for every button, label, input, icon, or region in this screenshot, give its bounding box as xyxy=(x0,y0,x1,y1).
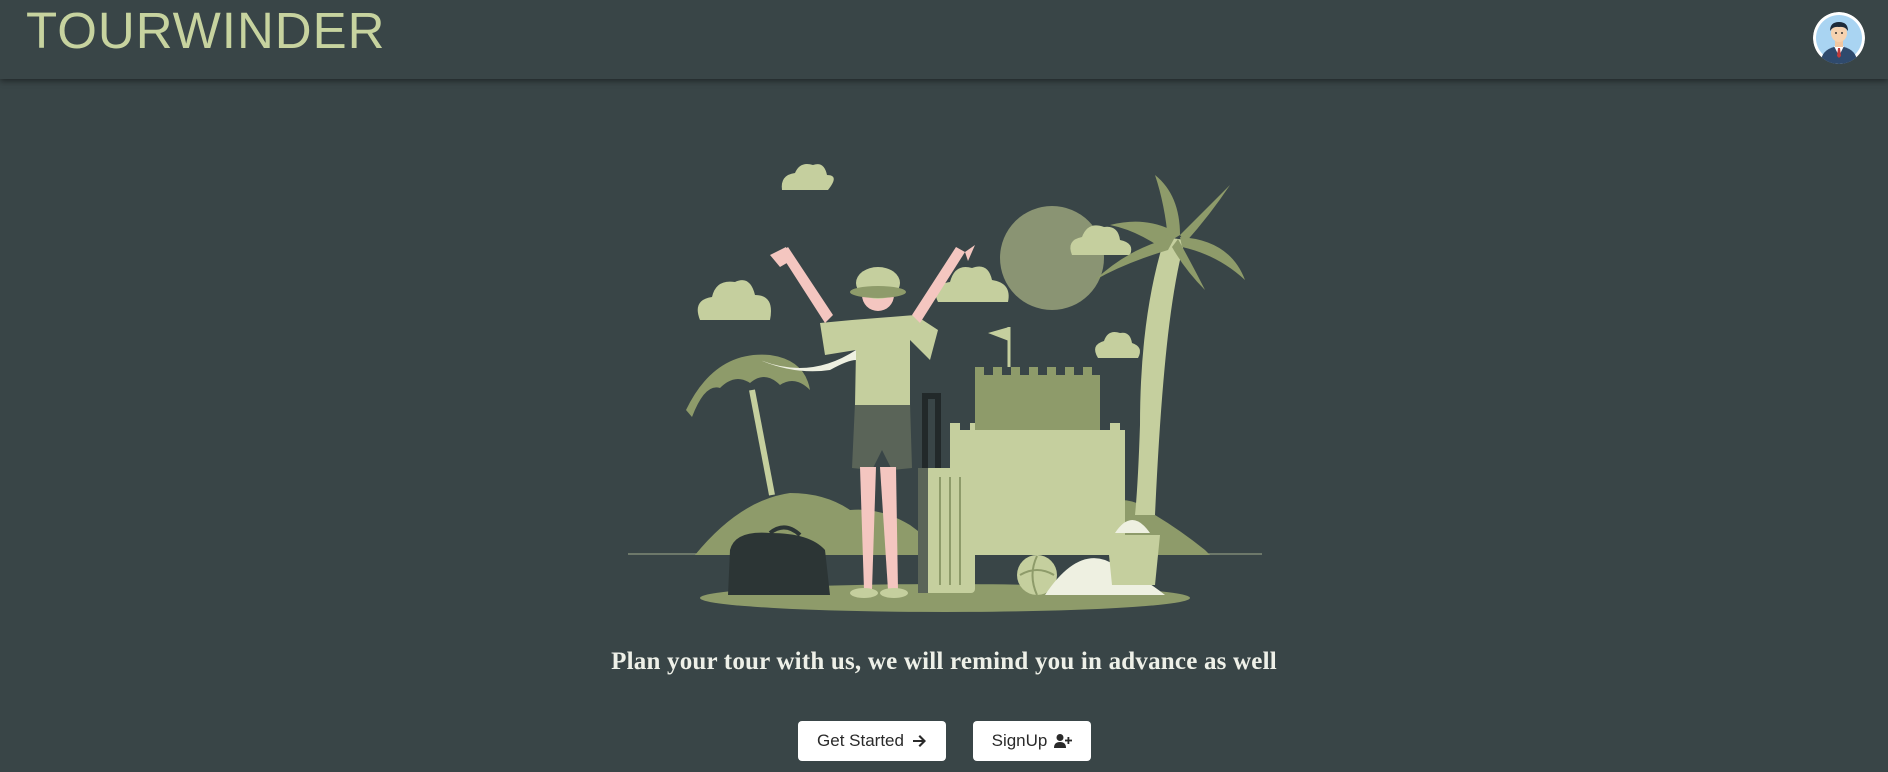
user-avatar-icon[interactable] xyxy=(1813,12,1865,64)
signup-button[interactable]: SignUp xyxy=(973,721,1091,761)
arrow-right-icon xyxy=(911,733,927,749)
hero-tagline: Plan your tour with us, we will remind y… xyxy=(611,648,1277,675)
top-navbar: TOURWINDER xyxy=(0,0,1888,79)
get-started-label: Get Started xyxy=(817,731,904,750)
brand-logo[interactable]: TOURWINDER xyxy=(26,2,385,60)
user-plus-icon xyxy=(1054,733,1073,749)
hero-illustration xyxy=(620,155,1270,615)
get-started-button[interactable]: Get Started xyxy=(798,721,946,761)
signup-label: SignUp xyxy=(991,731,1048,750)
